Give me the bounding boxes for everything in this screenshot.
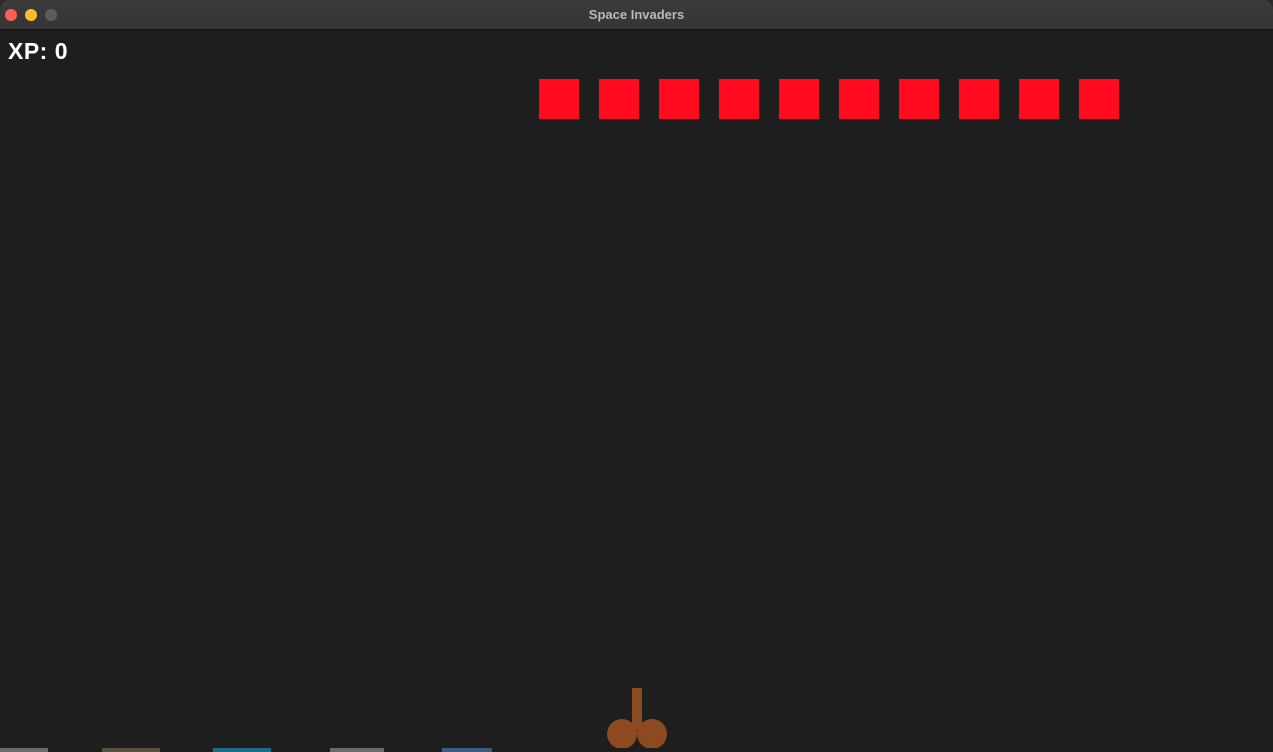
ship-cannon [632,688,642,730]
invader-5 [779,79,819,119]
invader-1 [539,79,579,119]
player-ship [607,688,667,749]
invader-7 [899,79,939,119]
invader-4 [719,79,759,119]
window-title: Space Invaders [588,7,685,22]
game-canvas[interactable]: XP: 0 [0,30,1273,752]
invader-3 [659,79,699,119]
xp-score: XP: 0 [8,38,69,64]
desktop-dock-edge [0,748,1273,752]
game-window: Space Invaders XP: 0 [0,0,1273,752]
title-bar[interactable]: Space Invaders [0,0,1273,30]
ship-left-wheel [607,719,637,749]
invader-6 [839,79,879,119]
ship-right-wheel [637,719,667,749]
invader-10 [1079,79,1119,119]
invader-9 [1019,79,1059,119]
invader-8 [959,79,999,119]
invader-2 [599,79,639,119]
